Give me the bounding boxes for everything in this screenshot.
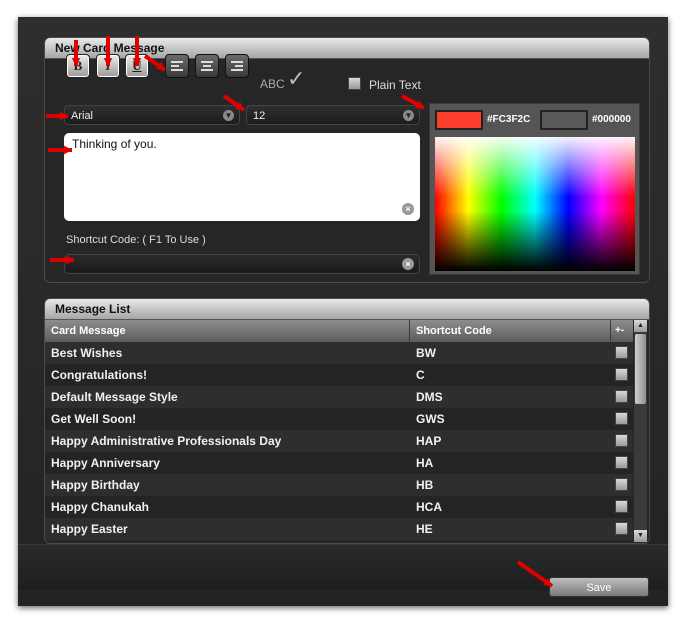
table-row[interactable]: Happy Birthday HB — [45, 474, 633, 496]
card-message-cell: Best Wishes — [51, 346, 123, 360]
card-message-cell: Happy Birthday — [51, 478, 140, 492]
card-message-cell: Default Message Style — [51, 390, 178, 404]
font-size-dropdown[interactable]: 12 ▼ — [246, 105, 420, 125]
plain-text-label: Plain Text — [369, 78, 421, 92]
color-spectrum[interactable] — [435, 137, 635, 271]
column-header-card-message[interactable]: Card Message — [45, 320, 410, 342]
italic-button[interactable]: I — [96, 54, 120, 78]
table-row[interactable]: Get Well Soon! GWS — [45, 408, 633, 430]
shortcut-code-cell: HA — [416, 456, 434, 470]
chevron-down-icon: ▼ — [403, 110, 414, 121]
column-header-shortcut-code[interactable]: Shortcut Code — [410, 320, 611, 342]
table-row[interactable]: Default Message Style DMS — [45, 386, 633, 408]
align-left-button[interactable] — [165, 54, 189, 78]
row-checkbox[interactable] — [615, 346, 628, 359]
row-checkbox[interactable] — [615, 478, 628, 491]
underline-button[interactable]: U — [125, 54, 149, 78]
spellcheck-label: ABC — [260, 77, 285, 91]
shortcut-code-cell: HB — [416, 478, 434, 492]
message-text: Thinking of you. — [72, 137, 157, 151]
shortcut-code-cell: HAP — [416, 434, 442, 448]
save-button[interactable]: Save — [549, 577, 649, 597]
table-header: Card Message Shortcut Code +- — [45, 320, 633, 342]
card-message-cell: Happy Administrative Professionals Day — [51, 434, 282, 448]
scroll-up-icon[interactable]: ▲ — [634, 320, 647, 332]
checkmark-icon: ✓ — [287, 66, 306, 91]
row-checkbox[interactable] — [615, 368, 628, 381]
background-hex: #000000 — [592, 114, 631, 125]
color-picker: #FC3F2C #000000 — [429, 103, 640, 275]
bold-button[interactable]: B — [66, 54, 90, 78]
table-row[interactable]: Happy Chanukah HCA — [45, 496, 633, 518]
foreground-color-swatch[interactable] — [435, 110, 483, 130]
table-row[interactable]: Happy Anniversary HA — [45, 452, 633, 474]
table-row[interactable]: Congratulations! C — [45, 364, 633, 386]
row-checkbox[interactable] — [615, 522, 628, 535]
card-message-cell: Congratulations! — [51, 368, 147, 382]
row-checkbox[interactable] — [615, 412, 628, 425]
row-checkbox[interactable] — [615, 390, 628, 403]
row-checkbox[interactable] — [615, 500, 628, 513]
card-message-cell: Get Well Soon! — [51, 412, 137, 426]
align-right-button[interactable] — [225, 54, 249, 78]
align-center-button[interactable] — [195, 54, 219, 78]
scroll-down-icon[interactable]: ▼ — [634, 530, 647, 542]
foreground-hex: #FC3F2C — [487, 114, 531, 125]
shortcut-code-label: Shortcut Code: ( F1 To Use ) — [66, 234, 206, 246]
table-row[interactable]: Happy Administrative Professionals Day HA… — [45, 430, 633, 452]
font-size-value: 12 — [253, 110, 266, 122]
row-checkbox[interactable] — [615, 434, 628, 447]
font-value: Arial — [71, 110, 94, 122]
shortcut-code-cell: C — [416, 368, 425, 382]
plain-text-checkbox[interactable] — [348, 77, 361, 90]
shortcut-code-cell: HCA — [416, 500, 442, 514]
background-color-swatch[interactable] — [540, 110, 588, 130]
clear-message-icon[interactable]: × — [402, 203, 414, 215]
shortcut-code-input[interactable] — [64, 254, 420, 274]
table-row[interactable]: Best Wishes BW — [45, 342, 633, 364]
panel-title: Message List — [45, 299, 649, 320]
shortcut-code-cell: DMS — [416, 390, 443, 404]
shortcut-code-cell: BW — [416, 346, 436, 360]
clear-shortcut-icon[interactable]: × — [402, 258, 414, 270]
card-message-cell: Happy Chanukah — [51, 500, 150, 514]
message-list-panel: Message List Card Message Shortcut Code … — [44, 298, 650, 544]
table-row[interactable]: Happy Easter HE — [45, 518, 633, 540]
font-dropdown[interactable]: Arial ▼ — [64, 105, 240, 125]
card-message-cell: Happy Easter — [51, 522, 128, 536]
card-message-cell: Happy Anniversary — [51, 456, 160, 470]
shortcut-code-cell: HE — [416, 522, 433, 536]
shortcut-code-cell: GWS — [416, 412, 445, 426]
scroll-thumb[interactable] — [635, 334, 646, 404]
vertical-scrollbar[interactable]: ▲ ▼ — [634, 320, 647, 542]
row-checkbox[interactable] — [615, 456, 628, 469]
message-textarea[interactable]: Thinking of you. — [64, 133, 420, 221]
add-remove-column-icon[interactable]: +- — [611, 320, 633, 342]
chevron-down-icon: ▼ — [223, 110, 234, 121]
